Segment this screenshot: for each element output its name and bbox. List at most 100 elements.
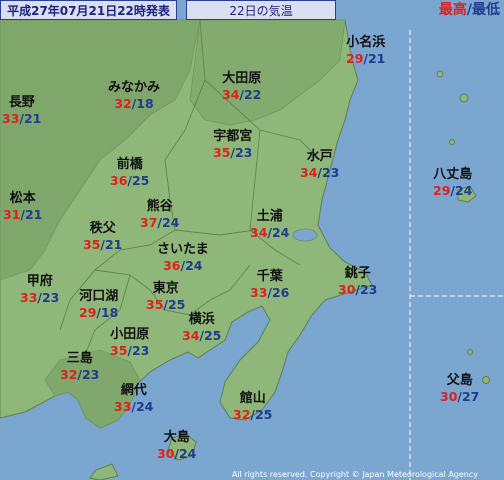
station-temps: 33/23 bbox=[20, 290, 59, 306]
temp-low: 24 bbox=[271, 225, 290, 240]
weather-map: 平成27年07月21日22時発表 22日の気温 最高/最低 小名浜 29/21 長野… bbox=[0, 0, 504, 480]
temp-high: 34 bbox=[222, 87, 240, 102]
temp-high: 34 bbox=[182, 328, 200, 343]
temp-low: 23 bbox=[359, 282, 378, 297]
station-name: 千葉 bbox=[256, 269, 283, 284]
temp-high: 29 bbox=[79, 305, 97, 320]
station-ajiro: 網代 33/24 bbox=[114, 383, 153, 415]
station-name: 小名浜 bbox=[346, 35, 386, 50]
station-temps: 35/21 bbox=[83, 237, 122, 253]
station-name: 大島 bbox=[163, 430, 190, 445]
station-name: 長野 bbox=[8, 95, 35, 110]
island-dot bbox=[436, 70, 444, 78]
station-name: みなかみ bbox=[108, 80, 161, 95]
temp-low: 21 bbox=[104, 237, 123, 252]
station-oshima: 大島 30/24 bbox=[157, 430, 196, 462]
island-dot bbox=[467, 349, 473, 355]
temp-high: 35 bbox=[110, 343, 128, 358]
temp-high: 37 bbox=[140, 215, 158, 230]
temp-high: 32 bbox=[233, 407, 251, 422]
station-name: 横浜 bbox=[188, 312, 215, 327]
station-name: 土浦 bbox=[256, 209, 283, 224]
station-name: 銚子 bbox=[344, 266, 371, 281]
temp-low: 21 bbox=[24, 207, 43, 222]
station-temps: 33/21 bbox=[2, 111, 41, 127]
station-name: 父島 bbox=[446, 373, 473, 388]
temp-high: 30 bbox=[440, 389, 458, 404]
station-temps: 36/24 bbox=[157, 258, 209, 274]
station-saitama: さいたま 36/24 bbox=[157, 242, 209, 274]
station-temps: 32/18 bbox=[108, 96, 160, 112]
station-kawaguchiko: 河口湖 29/18 bbox=[79, 289, 118, 321]
temp-low: 25 bbox=[167, 297, 186, 312]
station-temps: 31/21 bbox=[3, 207, 42, 223]
station-temps: 30/23 bbox=[338, 282, 377, 298]
station-name: 熊谷 bbox=[146, 199, 173, 214]
station-name: 水戸 bbox=[306, 149, 333, 164]
copyright: All rights reserved. Copyright © Japan M… bbox=[231, 470, 478, 479]
temp-high: 33 bbox=[20, 290, 38, 305]
station-temps: 32/25 bbox=[233, 407, 272, 423]
legend-high: 最高 bbox=[438, 2, 467, 18]
station-oginohama: 小名浜 29/21 bbox=[346, 35, 385, 67]
station-temps: 35/25 bbox=[146, 297, 185, 313]
station-temps: 33/26 bbox=[250, 285, 289, 301]
station-name: 小田原 bbox=[110, 327, 150, 342]
temp-low: 25 bbox=[203, 328, 222, 343]
island-dot bbox=[449, 139, 455, 145]
station-name: 宇都宮 bbox=[213, 129, 253, 144]
island-dot bbox=[459, 93, 469, 103]
station-name: 八丈島 bbox=[433, 167, 473, 182]
station-name: 三島 bbox=[66, 351, 93, 366]
station-temps: 30/27 bbox=[440, 389, 479, 405]
temp-high: 32 bbox=[114, 96, 132, 111]
forecast-title: 22日の気温 bbox=[186, 0, 336, 20]
legend: 最高/最低 bbox=[380, 0, 500, 20]
temp-low: 24 bbox=[178, 446, 197, 461]
temp-low: 23 bbox=[234, 145, 253, 160]
station-temps: 34/22 bbox=[222, 87, 261, 103]
station-minakami: みなかみ 32/18 bbox=[108, 80, 160, 112]
station-name: さいたま bbox=[157, 242, 209, 257]
temp-high: 34 bbox=[250, 225, 268, 240]
temp-low: 27 bbox=[461, 389, 480, 404]
station-mishima: 三島 32/23 bbox=[60, 351, 99, 383]
temp-high: 30 bbox=[338, 282, 356, 297]
station-tateyama: 館山 32/25 bbox=[233, 391, 272, 423]
station-tokyo: 東京 35/25 bbox=[146, 281, 185, 313]
temp-low: 21 bbox=[23, 111, 42, 126]
station-yokohama: 横浜 34/25 bbox=[182, 312, 221, 344]
station-maebashi: 前橋 36/25 bbox=[110, 157, 149, 189]
temp-high: 29 bbox=[433, 183, 451, 198]
station-name: 甲府 bbox=[26, 274, 53, 289]
station-tsuchiura: 土浦 34/24 bbox=[250, 209, 289, 241]
station-temps: 29/24 bbox=[433, 183, 472, 199]
station-temps: 34/24 bbox=[250, 225, 289, 241]
station-name: 網代 bbox=[120, 383, 147, 398]
station-name: 秩父 bbox=[89, 221, 116, 236]
temp-low: 25 bbox=[254, 407, 273, 422]
station-chichijima: 父島 30/27 bbox=[440, 373, 479, 405]
temp-high: 32 bbox=[60, 367, 78, 382]
station-matsumoto: 松本 31/21 bbox=[3, 191, 42, 223]
station-odawara: 小田原 35/23 bbox=[110, 327, 149, 359]
temp-high: 35 bbox=[213, 145, 231, 160]
station-chichibu: 秩父 35/21 bbox=[83, 221, 122, 253]
station-otawara: 大田原 34/22 bbox=[222, 71, 261, 103]
station-temps: 37/24 bbox=[140, 215, 179, 231]
station-name: 松本 bbox=[9, 191, 36, 206]
station-temps: 35/23 bbox=[110, 343, 149, 359]
temp-high: 35 bbox=[83, 237, 101, 252]
station-name: 河口湖 bbox=[79, 289, 119, 304]
station-chiba: 千葉 33/26 bbox=[250, 269, 289, 301]
temp-high: 34 bbox=[300, 165, 318, 180]
temp-low: 24 bbox=[135, 399, 154, 414]
temp-low: 24 bbox=[161, 215, 180, 230]
island-dot bbox=[482, 376, 490, 384]
station-name: 東京 bbox=[152, 281, 179, 296]
temp-low: 23 bbox=[81, 367, 100, 382]
station-kofu: 甲府 33/23 bbox=[20, 274, 59, 306]
station-mito: 水戸 34/23 bbox=[300, 149, 339, 181]
temp-low: 23 bbox=[41, 290, 60, 305]
station-temps: 33/24 bbox=[114, 399, 153, 415]
